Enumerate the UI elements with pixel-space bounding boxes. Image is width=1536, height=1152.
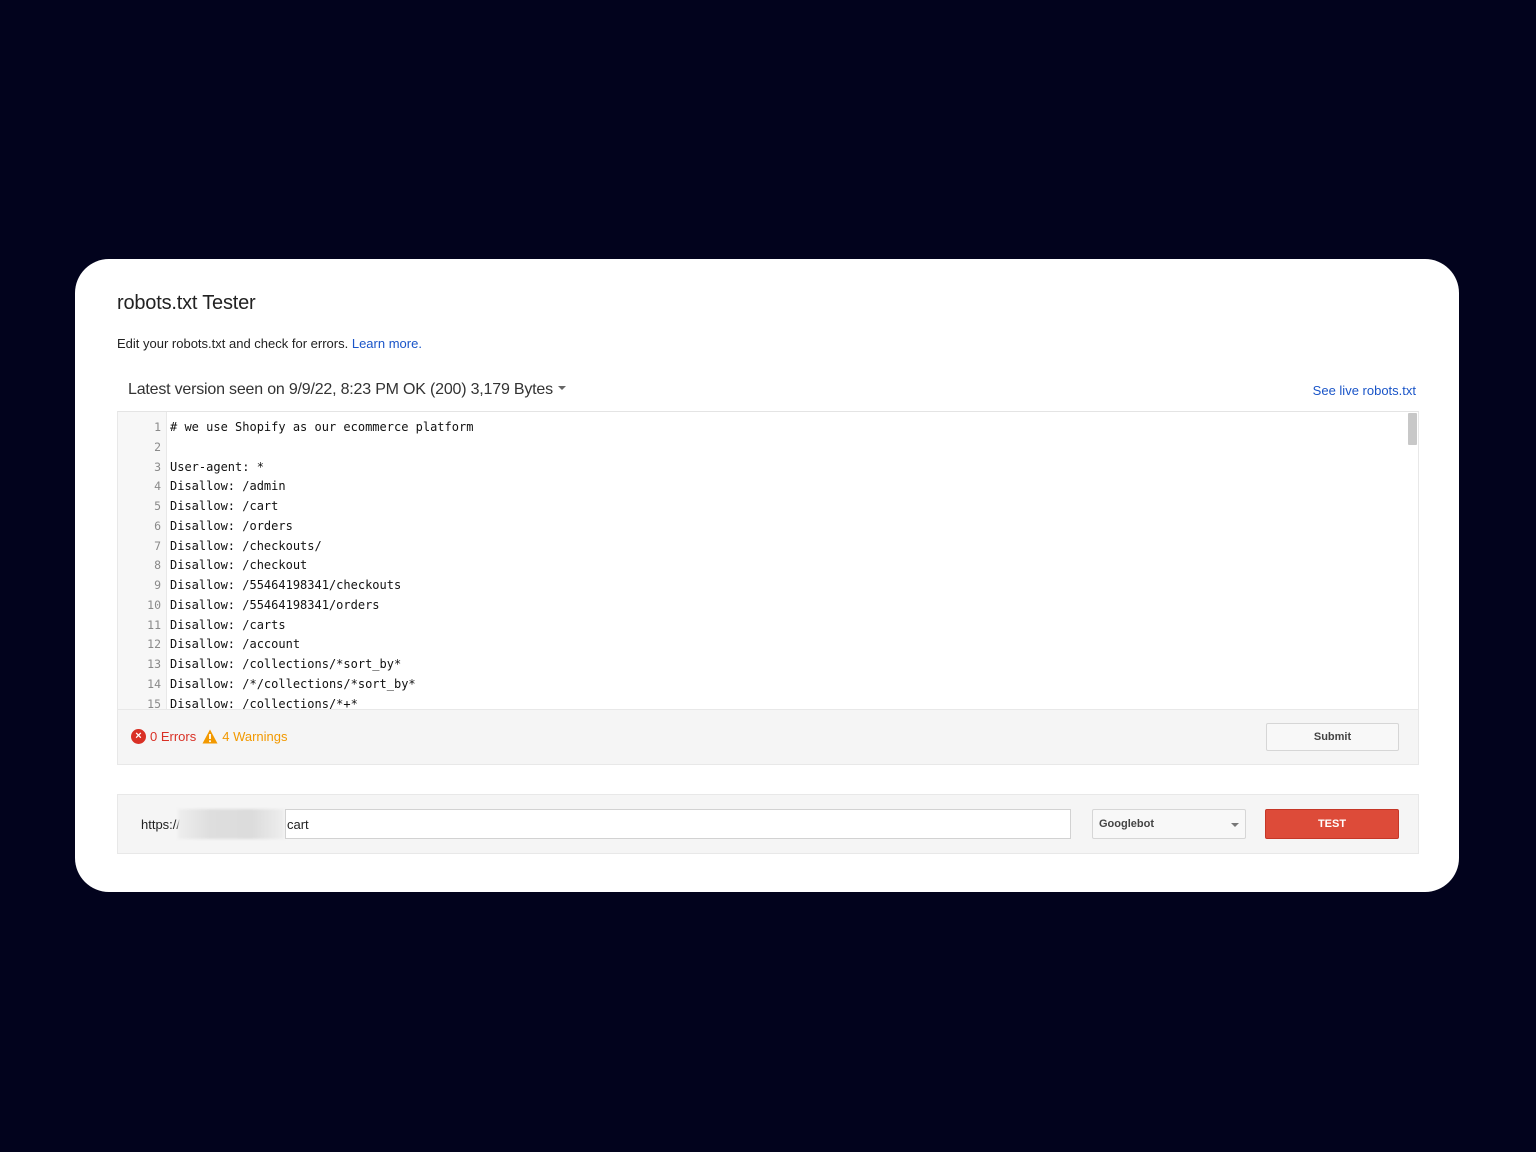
page-title: robots.txt Tester xyxy=(117,292,256,314)
user-agent-value: Googlebot xyxy=(1099,818,1154,830)
line-number: 13 xyxy=(147,657,161,671)
code-line[interactable]: 14 Disallow: /*/collections/*sort_by* xyxy=(118,675,1418,695)
line-code: Disallow: /55464198341/checkouts xyxy=(170,578,402,592)
test-url-input[interactable] xyxy=(285,809,1071,839)
errors-count[interactable]: 0 Errors xyxy=(150,729,196,744)
code-line[interactable]: 1 # we use Shopify as our ecommerce platf… xyxy=(118,418,1418,438)
code-line[interactable]: 7 Disallow: /checkouts/ xyxy=(118,537,1418,557)
line-code: Disallow: /55464198341/orders xyxy=(170,597,380,612)
redacted-domain xyxy=(178,809,284,839)
line-number: 15 xyxy=(147,696,161,710)
code-line[interactable]: 2 xyxy=(118,438,1418,458)
line-code: Disallow: /cart xyxy=(170,499,279,513)
test-button[interactable]: TEST xyxy=(1265,809,1399,839)
line-code: Disallow: /orders xyxy=(170,518,293,533)
validation-summary: × 0 Errors 4 Warnings xyxy=(131,729,288,744)
line-number: 12 xyxy=(147,637,161,652)
code-line[interactable]: 8 Disallow: /checkout xyxy=(118,556,1418,576)
scroll-thumb[interactable] xyxy=(1408,413,1417,445)
editor-scrollbar[interactable] xyxy=(1406,412,1418,709)
version-dropdown[interactable]: Latest version seen on 9/9/22, 8:23 PM O… xyxy=(128,381,566,399)
line-code: Disallow: /checkout xyxy=(170,558,308,573)
url-prefix: https:// xyxy=(141,817,181,832)
page-subtitle: Edit your robots.txt and check for error… xyxy=(117,336,422,351)
line-number: 5 xyxy=(154,499,161,513)
code-line[interactable]: 9 Disallow: /55464198341/checkouts xyxy=(118,576,1418,596)
code-line[interactable]: 4 Disallow: /admin xyxy=(118,477,1418,497)
version-text: Latest version seen on 9/9/22, 8:23 PM O… xyxy=(128,381,553,398)
line-code: # we use Shopify as our ecommerce platfo… xyxy=(170,420,474,434)
code-line[interactable]: 15 Disallow: /collections/*+* xyxy=(118,695,1418,710)
subtitle-text: Edit your robots.txt and check for error… xyxy=(117,336,349,351)
line-code: Disallow: /carts xyxy=(170,617,286,632)
code-line[interactable]: 6 Disallow: /orders xyxy=(118,517,1418,537)
caret-down-icon xyxy=(557,386,566,391)
line-number: 9 xyxy=(154,578,161,592)
error-x-icon: × xyxy=(131,729,146,744)
line-number: 7 xyxy=(154,538,161,553)
code-line[interactable]: 3 User-agent: * xyxy=(118,458,1418,478)
code-line[interactable]: 5 Disallow: /cart xyxy=(118,497,1418,517)
line-number: 3 xyxy=(154,459,161,474)
line-number: 4 xyxy=(154,479,161,494)
line-number: 1 xyxy=(154,420,161,434)
submit-button[interactable]: Submit xyxy=(1266,723,1399,751)
line-code: Disallow: /account xyxy=(170,637,301,652)
url-test-bar: https:// Googlebot TEST xyxy=(117,794,1419,854)
line-code: Disallow: /*/collections/*sort_by* xyxy=(170,676,416,691)
warnings-count[interactable]: 4 Warnings xyxy=(222,729,287,744)
line-number: 10 xyxy=(147,597,161,612)
robots-editor[interactable]: 1 # we use Shopify as our ecommerce platf… xyxy=(117,411,1419,709)
line-code: Disallow: /checkouts/ xyxy=(170,538,322,553)
line-code: Disallow: /collections/*sort_by* xyxy=(170,657,402,671)
code-line[interactable]: 10 Disallow: /55464198341/orders xyxy=(118,596,1418,616)
warning-triangle-icon xyxy=(202,729,218,744)
see-live-robots-link[interactable]: See live robots.txt xyxy=(1313,383,1416,398)
code-line[interactable]: 12 Disallow: /account xyxy=(118,635,1418,655)
code-line[interactable]: 13 Disallow: /collections/*sort_by* xyxy=(118,655,1418,675)
user-agent-select[interactable]: Googlebot xyxy=(1092,809,1246,839)
line-number: 8 xyxy=(154,558,161,573)
line-code: User-agent: * xyxy=(170,459,264,474)
line-number: 14 xyxy=(147,676,161,691)
learn-more-link[interactable]: Learn more. xyxy=(352,336,422,351)
line-code: Disallow: /admin xyxy=(170,479,286,494)
validation-status-bar: × 0 Errors 4 Warnings Submit xyxy=(117,709,1419,765)
code-line[interactable]: 11 Disallow: /carts xyxy=(118,616,1418,636)
line-number: 2 xyxy=(154,439,161,454)
chevron-down-icon xyxy=(1231,823,1239,827)
line-number: 6 xyxy=(154,518,161,533)
robots-tester-card: robots.txt Tester Edit your robots.txt a… xyxy=(75,259,1459,892)
line-number: 11 xyxy=(147,617,161,632)
line-code: Disallow: /collections/*+* xyxy=(170,696,358,710)
code-lines: 1 # we use Shopify as our ecommerce platf… xyxy=(118,418,1418,709)
